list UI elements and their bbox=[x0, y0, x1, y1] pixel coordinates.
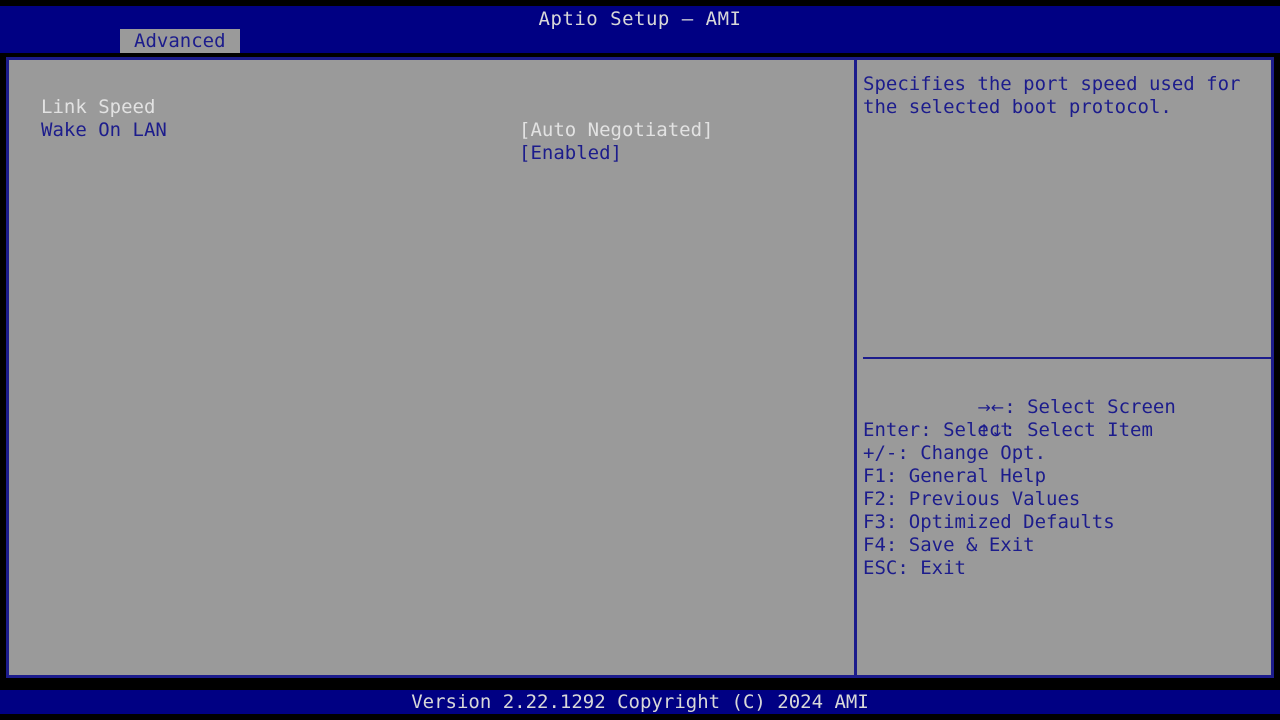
main-frame: Link Speed [Auto Negotiated] Wake On LAN… bbox=[6, 57, 1274, 678]
help-separator bbox=[863, 357, 1271, 359]
setting-label-wake-on-lan: Wake On LAN bbox=[41, 119, 167, 142]
key-legend-item-f3-optimized-defaults: F3: Optimized Defaults bbox=[863, 511, 1271, 534]
key-legend-item-esc-exit: ESC: Exit bbox=[863, 557, 1271, 580]
key-legend-label-select-item: : Select Item bbox=[1004, 419, 1153, 441]
setting-row-wake-on-lan[interactable]: Wake On LAN [Enabled] bbox=[9, 96, 854, 119]
key-legend-item-f2-previous-values: F2: Previous Values bbox=[863, 488, 1271, 511]
footer-version: Version 2.22.1292 Copyright (C) 2024 AMI bbox=[0, 690, 1280, 714]
bios-setup-screen: Aptio Setup – AMI Advanced Link Speed [A… bbox=[0, 0, 1280, 720]
menu-tab-strip: Advanced bbox=[0, 29, 1280, 53]
settings-pane: Link Speed [Auto Negotiated] Wake On LAN… bbox=[9, 60, 854, 675]
help-description: Specifies the port speed used for the se… bbox=[863, 73, 1267, 119]
setting-value-wake-on-lan[interactable]: [Enabled] bbox=[519, 142, 622, 165]
key-legend-item-select-screen: →←: Select Screen bbox=[863, 373, 1271, 396]
key-legend-label-select-screen: : Select Screen bbox=[1004, 396, 1176, 418]
tab-advanced[interactable]: Advanced bbox=[120, 29, 240, 53]
key-legend-item-f1-general-help: F1: General Help bbox=[863, 465, 1271, 488]
key-legend: →←: Select Screen ↑↓: Select Item Enter:… bbox=[863, 373, 1271, 580]
key-legend-item-change-opt: +/-: Change Opt. bbox=[863, 442, 1271, 465]
setting-value-link-speed[interactable]: [Auto Negotiated] bbox=[519, 119, 713, 142]
left-right-arrow-icon: →← bbox=[977, 398, 1004, 417]
setting-row-link-speed[interactable]: Link Speed [Auto Negotiated] bbox=[9, 73, 854, 96]
help-pane: Specifies the port speed used for the se… bbox=[857, 60, 1271, 675]
key-legend-item-f4-save-exit: F4: Save & Exit bbox=[863, 534, 1271, 557]
